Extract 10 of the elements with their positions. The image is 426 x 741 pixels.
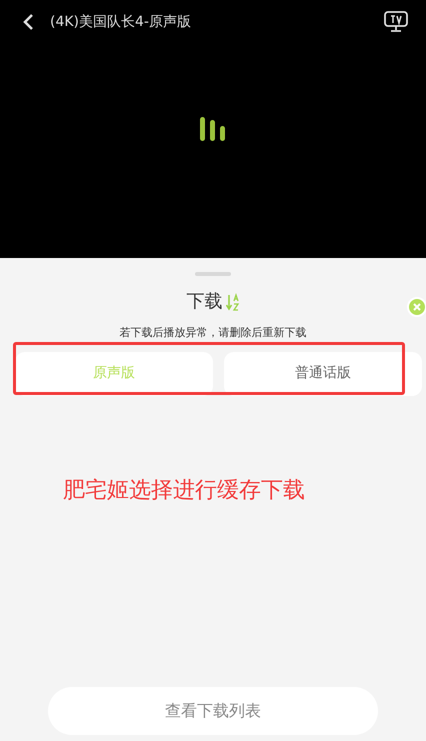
close-icon[interactable] (407, 297, 426, 317)
sort-icon[interactable] (226, 292, 240, 312)
version-option[interactable]: 普通话版 (224, 352, 422, 396)
loading-icon (198, 116, 228, 142)
notice-text: 若下载后播放异常，请删除后重新下载 (120, 325, 306, 341)
annotation-text: 肥宅姬选择进行缓存下载 (63, 476, 306, 504)
sheet-title: 下载 (186, 290, 222, 314)
video-title: (4K)美国队长4-原声版 (50, 12, 191, 32)
download-list-button[interactable]: 查看下载列表 (48, 687, 378, 735)
tv-cast-icon[interactable] (384, 11, 408, 33)
